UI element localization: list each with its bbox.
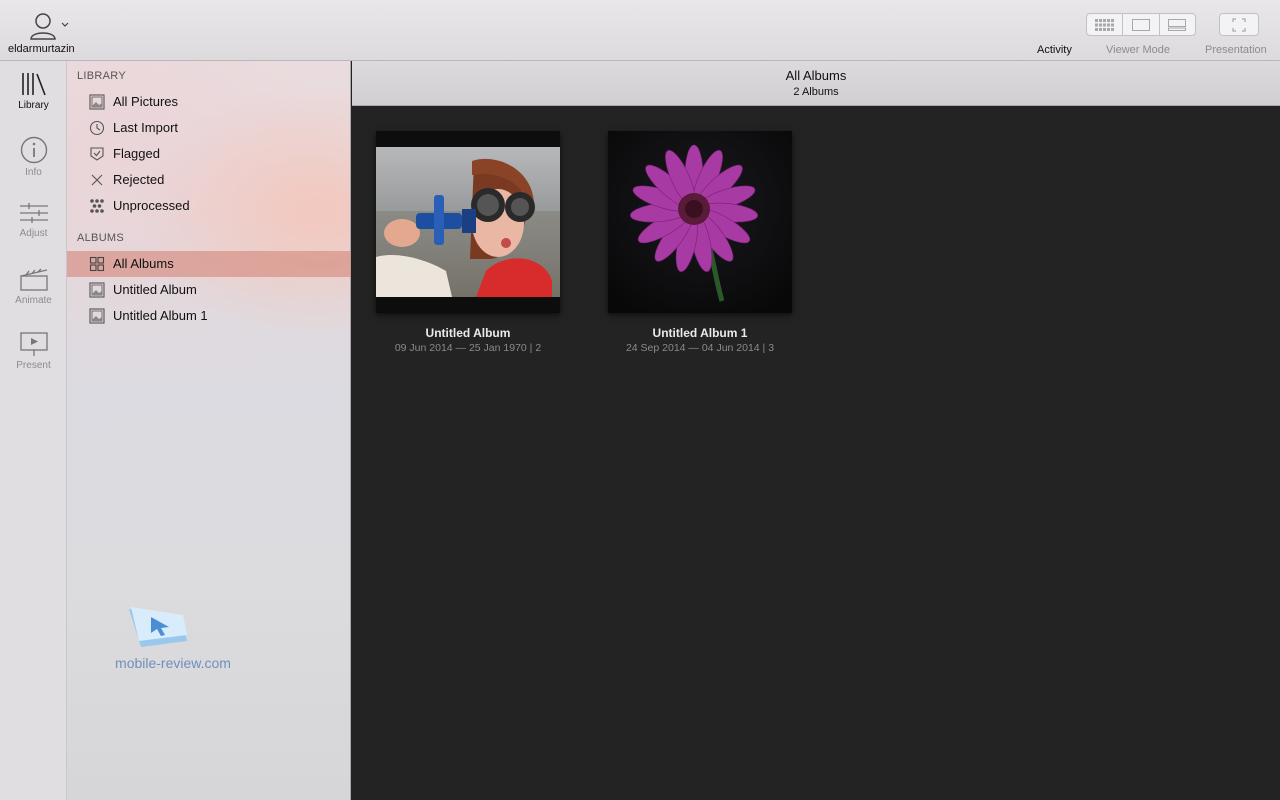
filmstrip-view-icon xyxy=(1168,18,1187,31)
library-section-header: LIBRARY xyxy=(77,70,126,82)
sidebar-item-label: All Pictures xyxy=(113,94,179,109)
rail-item-label: Present xyxy=(16,360,51,371)
sidebar-item-unprocessed[interactable]: Unprocessed xyxy=(67,193,351,219)
sidebar-item-label: Rejected xyxy=(113,172,165,187)
grid-icon xyxy=(89,256,105,272)
album-card[interactable]: Untitled Album 09 Jun 2014 — 25 Jan 1970… xyxy=(368,131,568,354)
rail-item-animate[interactable]: Animate xyxy=(0,266,67,326)
album-dates: 24 Sep 2014 — 04 Jun 2014 | 3 xyxy=(625,342,775,354)
info-icon xyxy=(20,136,47,164)
left-tool-rail: Library Info Adjust Animate Present xyxy=(0,61,67,800)
watermark: mobile-review.com xyxy=(103,601,243,681)
album-title: Untitled Album xyxy=(425,326,511,340)
sidebar-item-label: All Albums xyxy=(113,256,174,271)
album-thumbnail[interactable] xyxy=(376,131,560,313)
pictures-icon xyxy=(89,94,105,110)
album-card[interactable]: Untitled Album 1 24 Sep 2014 — 04 Jun 20… xyxy=(600,131,800,354)
viewer-mode-segmented-control xyxy=(1086,13,1196,36)
flag-icon xyxy=(90,147,104,161)
toolbar: eldarmurtazin Activity Viewer Mode Prese… xyxy=(0,0,1280,61)
sidebar-item-rejected[interactable]: Rejected xyxy=(67,167,351,193)
rail-item-present[interactable]: Present xyxy=(0,331,67,391)
animate-icon xyxy=(19,268,48,291)
main-content: All Albums 2 Albums Untitled Album 09 Ju… xyxy=(352,61,1280,800)
rail-item-label: Adjust xyxy=(19,228,48,239)
x-icon xyxy=(91,174,103,186)
sidebar-item-last-import[interactable]: Last Import xyxy=(67,115,351,141)
user-name: eldarmurtazin xyxy=(8,43,75,55)
album-dates: 09 Jun 2014 — 25 Jan 1970 | 2 xyxy=(394,342,542,354)
sidebar-item-all-pictures[interactable]: All Pictures xyxy=(67,89,351,115)
chevron-down-icon xyxy=(61,22,69,27)
grid-view-icon xyxy=(1094,18,1114,31)
dots-icon xyxy=(90,199,104,213)
activity-button[interactable]: Activity xyxy=(1037,44,1072,56)
album-icon xyxy=(89,308,105,324)
sidebar-item-label: Unprocessed xyxy=(113,198,190,213)
album-title: Untitled Album 1 xyxy=(652,326,748,340)
album-icon xyxy=(89,282,105,298)
user-menu[interactable]: eldarmurtazin xyxy=(0,8,90,60)
sidebar-item-all-albums[interactable]: All Albums xyxy=(67,251,351,277)
fullscreen-icon xyxy=(1232,17,1246,32)
adjust-icon xyxy=(19,203,48,223)
sidebar-item-label: Flagged xyxy=(113,146,160,161)
rail-item-label: Library xyxy=(18,100,49,111)
user-avatar-icon xyxy=(30,13,56,40)
filmstrip-view-button[interactable] xyxy=(1160,14,1195,35)
sidebar: LIBRARY All Pictures Last Import Flagged… xyxy=(67,61,351,800)
album-count: 2 Albums xyxy=(793,86,839,98)
single-view-button[interactable] xyxy=(1123,14,1160,35)
rail-item-label: Animate xyxy=(15,295,52,306)
rail-item-info[interactable]: Info xyxy=(0,136,67,196)
presentation-label: Presentation xyxy=(1205,44,1267,56)
presentation-button[interactable] xyxy=(1219,13,1259,36)
viewer-mode-label: Viewer Mode xyxy=(1106,44,1170,56)
watermark-logo-icon xyxy=(129,607,187,647)
albums-section-header: ALBUMS xyxy=(77,232,125,244)
sidebar-item-flagged[interactable]: Flagged xyxy=(67,141,351,167)
page-title: All Albums xyxy=(785,68,847,83)
present-icon xyxy=(19,332,48,356)
rail-item-library[interactable]: Library xyxy=(0,71,67,131)
grid-view-button[interactable] xyxy=(1087,14,1124,35)
album-thumbnail[interactable] xyxy=(608,131,792,313)
sidebar-item-untitled-album-1[interactable]: Untitled Album 1 xyxy=(67,303,351,329)
purple-flower-photo xyxy=(608,131,792,313)
sidebar-item-untitled-album[interactable]: Untitled Album xyxy=(67,277,351,303)
single-view-icon xyxy=(1131,18,1150,31)
watermark-text: mobile-review.com xyxy=(115,655,231,671)
sidebar-item-label: Last Import xyxy=(113,120,179,135)
rail-item-label: Info xyxy=(25,167,42,178)
sidebar-item-label: Untitled Album 1 xyxy=(113,308,208,323)
sidebar-item-label: Untitled Album xyxy=(113,282,197,297)
rail-item-adjust[interactable]: Adjust xyxy=(0,201,67,261)
child-pilot-photo xyxy=(376,131,560,313)
clock-icon xyxy=(89,120,105,136)
library-icon xyxy=(21,73,46,96)
content-header: All Albums 2 Albums xyxy=(352,61,1280,106)
